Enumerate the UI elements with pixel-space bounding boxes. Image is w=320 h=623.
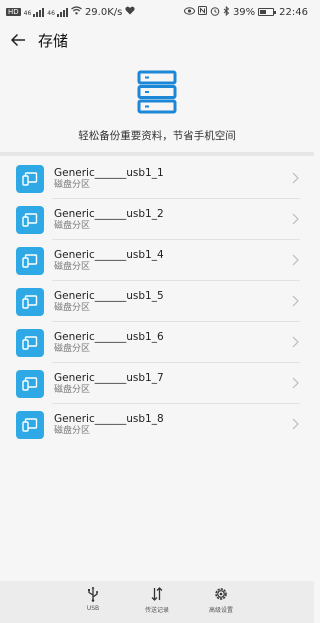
hd-badge: HD bbox=[6, 8, 21, 16]
wifi-icon bbox=[71, 6, 82, 18]
nav-advanced-settings[interactable]: 高级设置 bbox=[203, 581, 239, 623]
device-icon bbox=[16, 205, 44, 234]
device-item[interactable]: Generic______usb1_2 磁盘分区 bbox=[0, 199, 314, 240]
net-speed: 29.0K/s bbox=[84, 6, 123, 18]
device-name: Generic______usb1_8 bbox=[54, 412, 164, 425]
chevron-right-icon bbox=[292, 418, 299, 430]
device-icon bbox=[16, 328, 44, 357]
server-storage-icon bbox=[137, 70, 177, 114]
usb-icon bbox=[88, 586, 98, 602]
section-divider bbox=[0, 152, 314, 156]
battery-percent: 39% bbox=[232, 6, 256, 18]
bluetooth-icon bbox=[223, 5, 230, 19]
device-item[interactable]: Generic______usb1_4 磁盘分区 bbox=[0, 240, 314, 281]
back-button[interactable] bbox=[0, 24, 36, 56]
device-item[interactable]: Generic______usb1_6 磁盘分区 bbox=[0, 322, 314, 363]
device-item[interactable]: Generic______usb1_7 磁盘分区 bbox=[0, 363, 314, 404]
heart-icon bbox=[125, 6, 135, 18]
transfer-icon bbox=[151, 587, 163, 601]
chevron-right-icon bbox=[292, 172, 299, 184]
chevron-right-icon bbox=[292, 336, 299, 348]
device-name: Generic______usb1_5 bbox=[54, 289, 164, 302]
alarm-icon bbox=[210, 6, 220, 19]
device-name: Generic______usb1_2 bbox=[54, 207, 164, 220]
device-type: 磁盘分区 bbox=[54, 343, 91, 354]
device-icon bbox=[16, 287, 44, 316]
storage-hero: 轻松备份重要资料，节省手机空间 bbox=[0, 66, 314, 143]
nav-transfer-label: 传送记录 bbox=[144, 607, 169, 614]
chevron-right-icon bbox=[292, 213, 299, 225]
device-name: Generic______usb1_6 bbox=[54, 330, 164, 343]
device-type: 磁盘分区 bbox=[54, 425, 91, 436]
chevron-right-icon bbox=[292, 377, 299, 389]
device-icon bbox=[16, 410, 44, 439]
status-bar: HD 46 46 29.0K/s 39% 22:46 bbox=[0, 0, 314, 24]
device-type: 磁盘分区 bbox=[54, 179, 91, 190]
chevron-right-icon bbox=[292, 295, 299, 307]
device-item[interactable]: Generic______usb1_1 磁盘分区 bbox=[0, 158, 314, 199]
battery-icon bbox=[258, 8, 277, 16]
status-right: 39% 22:46 bbox=[183, 5, 308, 19]
device-name: Generic______usb1_1 bbox=[54, 166, 164, 179]
nav-transfer-records[interactable]: 传送记录 bbox=[139, 581, 175, 623]
device-type: 磁盘分区 bbox=[54, 220, 91, 231]
device-name: Generic______usb1_4 bbox=[54, 248, 164, 261]
signal-icon: 46 bbox=[24, 7, 45, 17]
device-icon bbox=[16, 246, 44, 275]
device-type: 磁盘分区 bbox=[54, 302, 91, 313]
hero-description: 轻松备份重要资料，节省手机空间 bbox=[78, 130, 236, 142]
signal-icon: 46 bbox=[47, 7, 68, 17]
device-type: 磁盘分区 bbox=[54, 384, 91, 395]
nav-usb[interactable]: USB bbox=[75, 581, 111, 623]
device-icon bbox=[16, 369, 44, 398]
clock: 22:46 bbox=[279, 6, 308, 18]
eye-icon bbox=[183, 6, 195, 18]
status-left: HD 46 46 29.0K/s bbox=[6, 6, 135, 18]
bottom-nav: USB 传送记录 高级设置 bbox=[0, 581, 314, 623]
nav-usb-label: USB bbox=[86, 605, 100, 612]
device-list: Generic______usb1_1 磁盘分区 Generic______us… bbox=[0, 158, 314, 445]
device-item[interactable]: Generic______usb1_8 磁盘分区 bbox=[0, 404, 314, 445]
nav-settings-label: 高级设置 bbox=[208, 607, 233, 614]
settings-icon bbox=[215, 588, 227, 600]
page-title: 存储 bbox=[38, 31, 69, 50]
device-type: 磁盘分区 bbox=[54, 261, 91, 272]
back-arrow-icon bbox=[10, 33, 25, 47]
device-icon bbox=[16, 164, 44, 193]
device-item[interactable]: Generic______usb1_5 磁盘分区 bbox=[0, 281, 314, 322]
nfc-icon bbox=[197, 6, 207, 18]
device-name: Generic______usb1_7 bbox=[54, 371, 164, 384]
chevron-right-icon bbox=[292, 254, 299, 266]
app-header: 存储 bbox=[0, 24, 314, 56]
